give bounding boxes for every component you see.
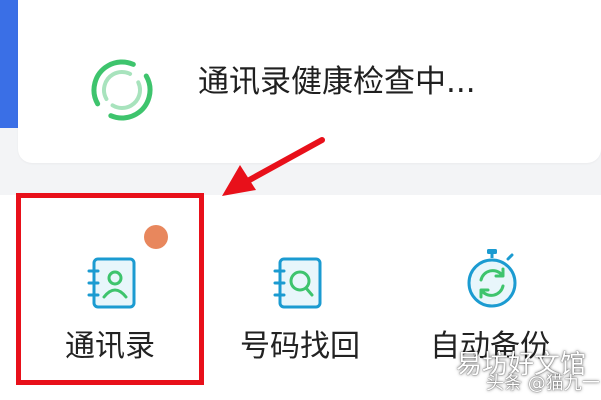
tool-contacts-label: 通讯录 <box>65 329 155 364</box>
watermark-sub: 头条 @猫九一 <box>486 373 600 394</box>
loading-ring-icon <box>91 59 153 121</box>
health-check-card[interactable]: 通讯录健康检查中... <box>18 0 601 163</box>
notification-badge <box>144 225 168 249</box>
tool-number-recovery-label: 号码找回 <box>240 329 360 364</box>
health-check-status: 通讯录健康检查中... <box>198 64 476 100</box>
contacts-book-icon <box>87 257 136 309</box>
sync-clock-icon <box>467 249 517 308</box>
watermark: 易坊好文馆 头条 @猫九一 <box>456 350 600 398</box>
search-book-icon <box>273 257 322 309</box>
